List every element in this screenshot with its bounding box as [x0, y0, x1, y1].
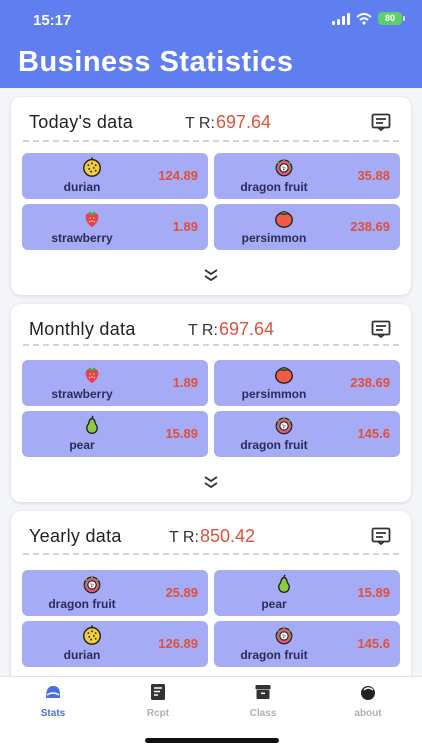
fruit-tile[interactable]: dragon fruit 145.6 — [214, 411, 400, 457]
fruit-tile[interactable]: dragon fruit 25.89 — [22, 570, 208, 616]
fruit-name: dragon fruit — [240, 648, 308, 662]
total-revenue-label: T R: — [188, 322, 218, 339]
total-revenue: T R:697.64 — [185, 112, 271, 133]
tab-class[interactable]: Class — [223, 683, 303, 719]
fruit-tile[interactable]: persimmon 238.69 — [214, 360, 400, 406]
tab-label: Rcpt — [146, 708, 170, 719]
stats-icon — [46, 686, 60, 698]
card-title: Monthly data — [29, 319, 136, 339]
status-bar: 15:17 80 — [0, 0, 422, 40]
fruit-value: 145.6 — [357, 636, 390, 651]
fruit-name: persimmon — [241, 387, 307, 401]
persimmon-icon — [273, 363, 295, 385]
fruit-name: pear — [261, 597, 287, 611]
tab-label: Class — [249, 708, 277, 719]
fruit-tile[interactable]: strawberry 1.89 — [22, 360, 208, 406]
receipt-icon — [151, 684, 165, 700]
page-title: Business Statistics — [18, 46, 294, 78]
fruit-tile[interactable]: durian 126.89 — [22, 621, 208, 667]
home-indicator — [145, 738, 279, 743]
status-icons: 80 — [332, 12, 405, 25]
total-revenue-value: 697.64 — [215, 112, 271, 132]
tab-stats[interactable]: Stats — [13, 683, 93, 719]
box-icon — [255, 685, 271, 699]
fruit-tile[interactable]: strawberry 1.89 — [22, 204, 208, 250]
fruit-value: 124.89 — [158, 168, 198, 183]
total-revenue: T R:850.42 — [169, 526, 255, 547]
total-revenue-value: 697.64 — [218, 319, 274, 339]
fruit-value: 1.89 — [172, 375, 198, 390]
fruit-name: dragon fruit — [48, 597, 116, 611]
total-revenue-label: T R: — [169, 529, 199, 546]
card-title: Yearly data — [29, 526, 122, 546]
divider — [23, 553, 399, 555]
expand-chevron-icon[interactable] — [203, 475, 219, 489]
fruit-value: 126.89 — [158, 636, 198, 651]
divider — [23, 344, 399, 346]
status-time: 15:17 — [33, 12, 72, 29]
fruit-value: 35.88 — [357, 168, 390, 183]
receipt-icon[interactable] — [371, 113, 391, 131]
fruit-tile[interactable]: dragon fruit 35.88 — [214, 153, 400, 199]
dragon-fruit-icon — [273, 624, 295, 646]
battery-icon: 80 — [378, 12, 405, 25]
fruit-name: durian — [63, 180, 101, 194]
fruit-name: dragon fruit — [240, 438, 308, 452]
fruit-name: strawberry — [51, 231, 113, 245]
tab-about[interactable]: about — [328, 683, 408, 719]
fruit-name: pear — [69, 438, 95, 452]
durian-icon — [81, 156, 103, 178]
strawberry-icon — [81, 207, 103, 229]
fruit-value: 1.89 — [172, 219, 198, 234]
tab-rcpt[interactable]: Rcpt — [118, 683, 198, 719]
fruit-tile[interactable]: persimmon 238.69 — [214, 204, 400, 250]
fruit-value: 238.69 — [350, 375, 390, 390]
fruit-name: strawberry — [51, 387, 113, 401]
dragon-fruit-icon — [81, 573, 103, 595]
fruit-tile[interactable]: pear 15.89 — [214, 570, 400, 616]
fruit-value: 15.89 — [165, 426, 198, 441]
receipt-icon[interactable] — [371, 320, 391, 338]
fruit-value: 15.89 — [357, 585, 390, 600]
pear-icon — [273, 573, 295, 595]
dragon-fruit-icon — [273, 414, 295, 436]
fruit-tile[interactable]: dragon fruit 145.6 — [214, 621, 400, 667]
fruit-tile[interactable]: durian 124.89 — [22, 153, 208, 199]
receipt-icon[interactable] — [371, 527, 391, 545]
fruit-name: persimmon — [241, 231, 307, 245]
wifi-icon — [356, 12, 372, 25]
fruit-tile[interactable]: pear 15.89 — [22, 411, 208, 457]
persimmon-icon — [273, 207, 295, 229]
cellular-signal-icon — [332, 12, 350, 25]
total-revenue: T R:697.64 — [188, 319, 274, 340]
divider — [23, 140, 399, 142]
strawberry-icon — [81, 363, 103, 385]
fruit-value: 238.69 — [350, 219, 390, 234]
fruit-name: durian — [63, 648, 101, 662]
fruit-value: 145.6 — [357, 426, 390, 441]
durian-icon — [81, 624, 103, 646]
total-revenue-value: 850.42 — [199, 526, 255, 546]
today-card: Today's data T R:697.64 durian 124.89 dr… — [11, 97, 411, 295]
fruit-name: dragon fruit — [240, 180, 308, 194]
expand-chevron-icon[interactable] — [203, 268, 219, 282]
tab-label: about — [354, 708, 382, 719]
fruit-value: 25.89 — [165, 585, 198, 600]
tab-label: Stats — [40, 708, 66, 719]
about-icon — [361, 686, 375, 700]
pear-icon — [81, 414, 103, 436]
monthly-card: Monthly data T R:697.64 strawberry 1.89 … — [11, 304, 411, 502]
total-revenue-label: T R: — [185, 115, 215, 132]
dragon-fruit-icon — [273, 156, 295, 178]
card-title: Today's data — [29, 112, 134, 132]
app-header: 15:17 80 Business Statistics — [0, 0, 422, 88]
yearly-card: Yearly data T R:850.42 dragon fruit 25.8… — [11, 511, 411, 701]
